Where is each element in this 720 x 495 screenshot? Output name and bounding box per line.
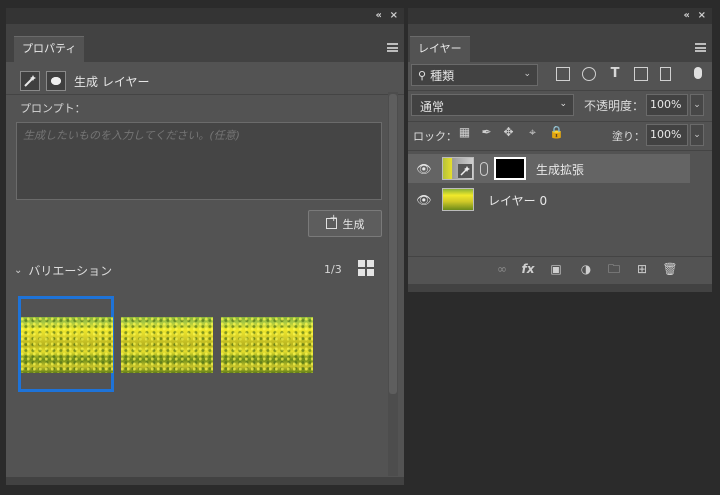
layer-thumbnail[interactable] xyxy=(442,157,474,180)
layer-mask-thumbnail[interactable] xyxy=(494,157,526,180)
layer-row-generative-expand[interactable]: 👁 生成拡張 xyxy=(408,154,690,183)
properties-header: 生成 レイヤー xyxy=(20,70,149,92)
generate-icon xyxy=(325,213,338,229)
properties-panel: « × プロパティ 生成 レイヤー プロンプト： 生成 ⌄ バリエーション 1/… xyxy=(6,8,404,485)
lock-paint-icon[interactable]: ✒ xyxy=(480,126,493,139)
generative-layer-icon[interactable] xyxy=(20,71,40,91)
fill-input[interactable]: 100% xyxy=(646,124,688,146)
prompt-field[interactable] xyxy=(16,122,382,200)
layer-thumbnail[interactable] xyxy=(442,188,474,211)
adjustment-icon[interactable]: ◑ xyxy=(578,262,594,276)
scrollbar-thumb[interactable] xyxy=(389,94,397,394)
variation-thumbnail-3[interactable] xyxy=(221,317,313,373)
fx-icon[interactable]: fx xyxy=(520,262,536,276)
filter-adjustment-icon[interactable] xyxy=(582,67,596,81)
panel-menu-icon[interactable] xyxy=(387,43,398,52)
layers-panel: « × レイヤー ⚲ 種類 ⌄ T 通常 ⌄ 不透明度： 100% ⌄ ロック：… xyxy=(408,8,712,292)
lock-transparency-icon[interactable]: ▦ xyxy=(458,126,471,139)
variations-label: バリエーション xyxy=(28,263,113,278)
chevron-down-icon: ⌄ xyxy=(523,69,531,79)
mask-icon[interactable] xyxy=(46,71,66,91)
blend-mode-value: 通常 xyxy=(420,100,445,114)
grid-view-icon[interactable] xyxy=(358,260,375,277)
divider xyxy=(408,256,712,257)
lock-artboard-icon[interactable]: ⌖ xyxy=(526,126,539,139)
fill-label: 塗り： xyxy=(612,130,645,143)
variations-header[interactable]: ⌄ バリエーション 1/3 xyxy=(14,260,380,280)
close-icon[interactable]: × xyxy=(698,9,706,23)
generative-badge-icon xyxy=(458,164,472,178)
sparkle-brush-icon xyxy=(24,75,36,87)
generate-button-label: 生成 xyxy=(342,217,365,231)
layer-name[interactable]: レイヤー 0 xyxy=(488,192,547,209)
properties-scrollbar[interactable] xyxy=(388,92,398,476)
collapse-icon[interactable]: « xyxy=(376,9,382,23)
layer-filter-select[interactable]: ⚲ 種類 ⌄ xyxy=(411,64,538,86)
divider xyxy=(408,150,712,151)
add-mask-icon[interactable]: ▣ xyxy=(548,262,564,276)
layers-footer: ∞ fx ▣ ◑ 🗀 ⊞ 🗑 xyxy=(408,258,712,282)
prompt-label: プロンプト： xyxy=(20,102,86,115)
fill-dropdown-icon[interactable]: ⌄ xyxy=(690,124,704,146)
filter-type-icon[interactable]: T xyxy=(608,67,622,81)
chain-link-icon[interactable] xyxy=(480,162,488,176)
divider xyxy=(6,94,404,95)
tab-properties[interactable]: プロパティ xyxy=(14,36,85,62)
variation-thumbnail-2[interactable] xyxy=(121,317,213,373)
lock-label: ロック： xyxy=(413,130,457,143)
tab-strip: プロパティ xyxy=(6,24,404,62)
panel-title-bar: « × xyxy=(408,8,712,24)
filter-shape-icon[interactable] xyxy=(634,67,648,81)
new-layer-icon[interactable]: ⊞ xyxy=(634,262,650,276)
eye-icon[interactable]: 👁 xyxy=(416,193,432,207)
filter-pixel-icon[interactable] xyxy=(556,67,570,81)
panel-menu-icon[interactable] xyxy=(695,43,706,52)
variation-thumbnail-1[interactable] xyxy=(21,317,113,373)
tab-strip: レイヤー xyxy=(408,24,712,62)
properties-title: 生成 レイヤー xyxy=(74,74,150,89)
opacity-dropdown-icon[interactable]: ⌄ xyxy=(690,94,704,116)
generate-button[interactable]: 生成 xyxy=(308,210,382,237)
filter-smartobject-icon[interactable] xyxy=(660,67,671,81)
filter-toggle-icon[interactable] xyxy=(694,67,702,79)
lock-position-icon[interactable]: ✥ xyxy=(502,126,515,139)
filter-kind-value: 種類 xyxy=(430,68,455,83)
close-icon[interactable]: × xyxy=(390,9,398,23)
opacity-label: 不透明度： xyxy=(584,99,645,113)
lock-all-icon[interactable]: 🔒 xyxy=(549,126,564,139)
chevron-down-icon: ⌄ xyxy=(559,99,567,109)
tab-layers[interactable]: レイヤー xyxy=(410,36,470,62)
chevron-down-icon[interactable]: ⌄ xyxy=(14,265,22,276)
prompt-input[interactable] xyxy=(23,127,375,195)
divider xyxy=(408,121,712,122)
search-icon: ⚲ xyxy=(418,68,427,82)
layer-row-layer-0[interactable]: 👁 レイヤー 0 xyxy=(408,185,690,214)
variations-count: 1/3 xyxy=(324,263,342,276)
opacity-input[interactable]: 100% xyxy=(646,94,688,116)
collapse-icon[interactable]: « xyxy=(684,9,690,23)
blend-mode-select[interactable]: 通常 ⌄ xyxy=(411,94,574,116)
link-icon[interactable]: ∞ xyxy=(494,262,510,276)
panel-title-bar: « × xyxy=(6,8,404,24)
layer-name[interactable]: 生成拡張 xyxy=(536,161,584,178)
trash-icon[interactable]: 🗑 xyxy=(662,262,678,276)
panel-bottom-bar xyxy=(408,284,712,292)
eye-icon[interactable]: 👁 xyxy=(416,162,432,176)
divider xyxy=(408,90,712,91)
panel-bottom-bar xyxy=(6,477,404,485)
folder-icon[interactable]: 🗀 xyxy=(606,262,622,276)
